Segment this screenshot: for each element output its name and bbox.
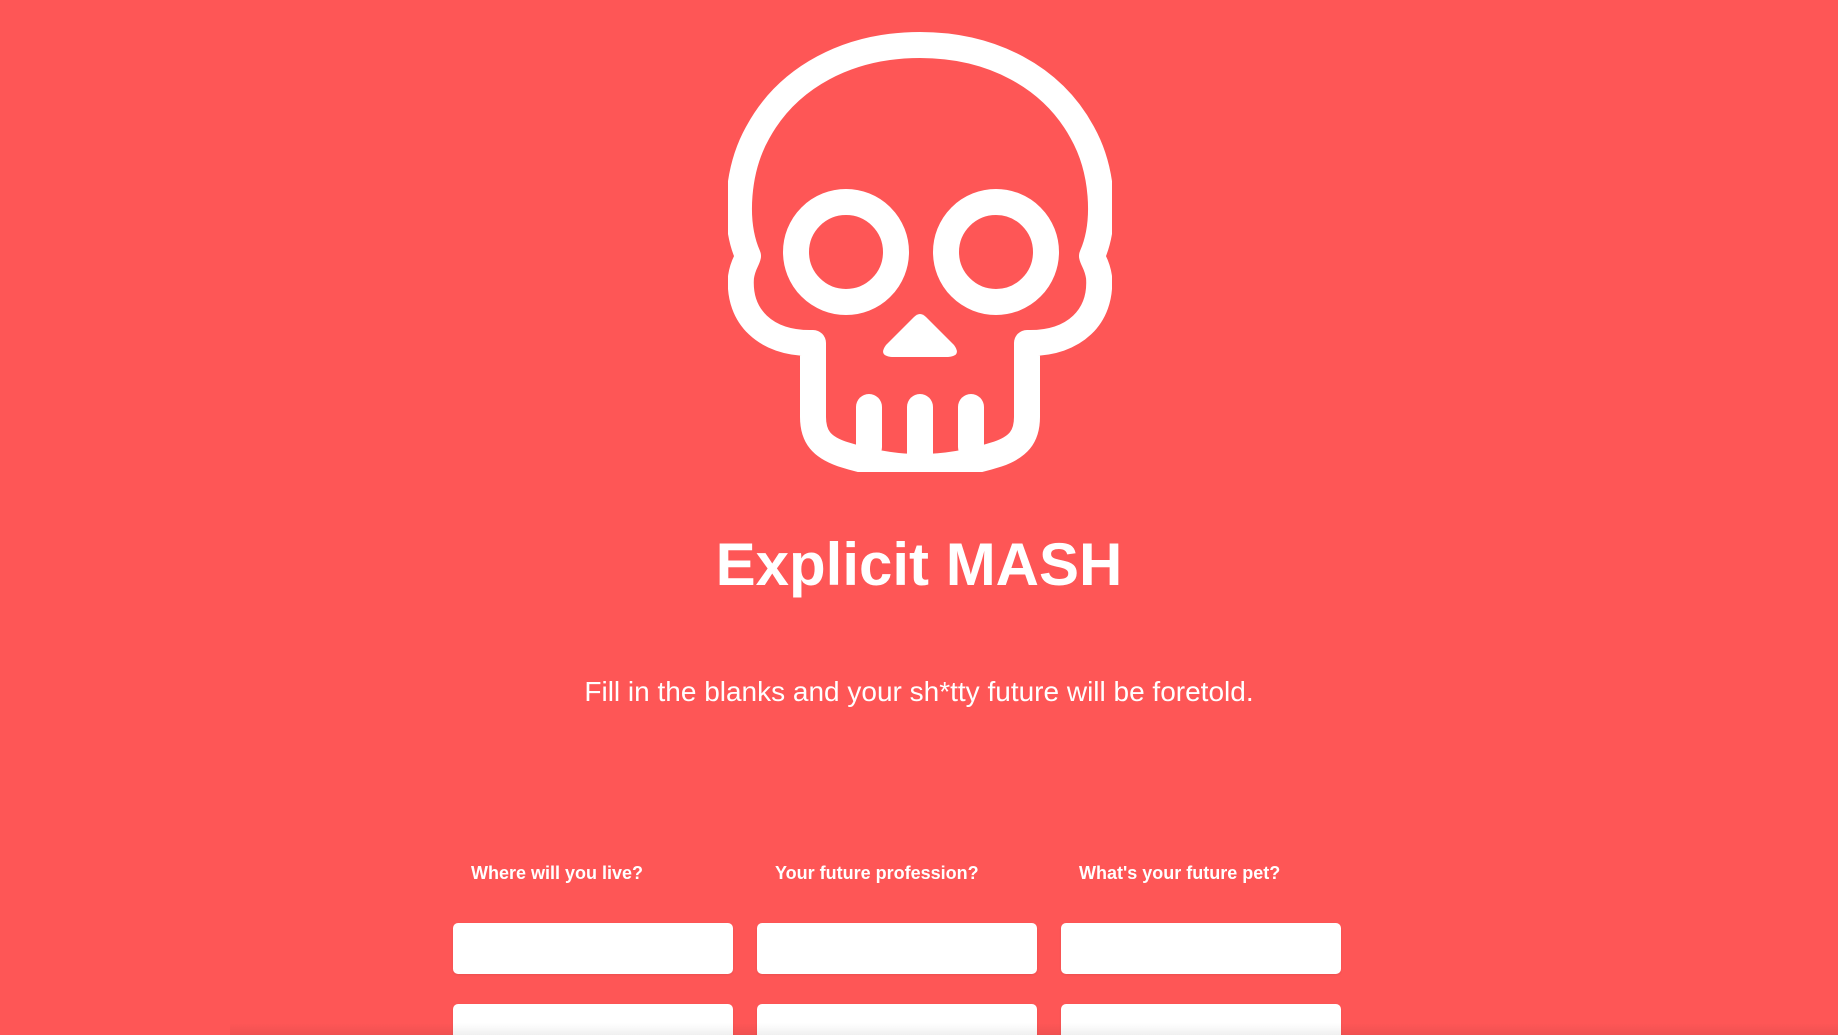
page: Explicit MASH Fill in the blanks and you…: [0, 0, 1838, 1035]
pet-input-1[interactable]: [1061, 923, 1341, 974]
live-question-label: Where will you live?: [471, 863, 644, 883]
profession-input-2[interactable]: [757, 1004, 1037, 1035]
page-subtitle: Fill in the blanks and your sh*tty futur…: [584, 676, 1254, 707]
skull-icon: [728, 32, 1112, 472]
live-input-2[interactable]: [453, 1004, 733, 1035]
profession-question-label: Your future profession?: [775, 863, 979, 883]
live-input-1[interactable]: [453, 923, 733, 974]
profession-input-1[interactable]: [757, 923, 1037, 974]
page-title: Explicit MASH: [715, 531, 1123, 598]
pet-question-label: What's your future pet?: [1079, 863, 1281, 883]
pet-input-2[interactable]: [1061, 1004, 1341, 1035]
skull-nose: [883, 314, 957, 357]
